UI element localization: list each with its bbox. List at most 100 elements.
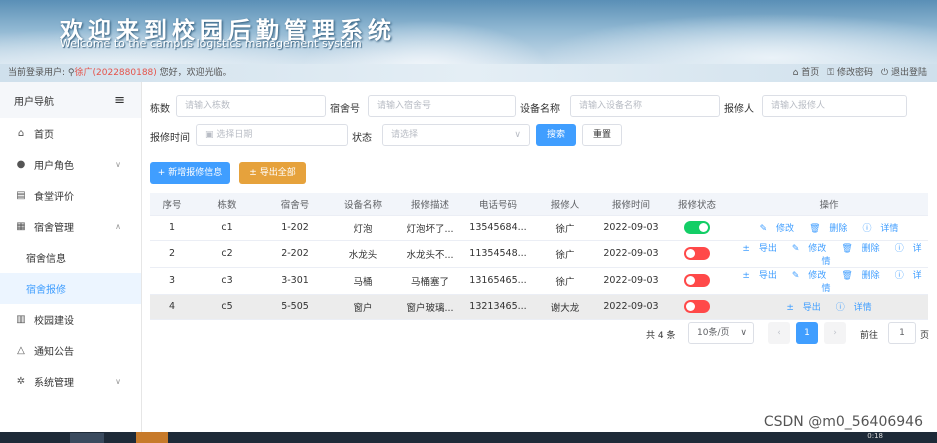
- detail-button[interactable]: ⓘ 详情: [859, 224, 901, 234]
- user-info-bar: 当前登录用户: ⚲徐广(2022880188) 您好，欢迎光临。 ⌂ 首页 ⚿ …: [0, 64, 937, 82]
- building-icon: ▥: [16, 314, 26, 325]
- sidebar-item-campus-construction[interactable]: ▥ 校园建设: [0, 304, 141, 335]
- chevron-up-icon: ∧: [115, 222, 121, 231]
- chevron-down-icon: ∨: [115, 377, 121, 386]
- pagination-total: 共 4 条: [646, 331, 676, 341]
- sidebar-item-notice[interactable]: △ 通知公告: [0, 335, 141, 366]
- info-icon: ⓘ: [835, 303, 845, 313]
- export-button[interactable]: ± 导出: [739, 271, 779, 281]
- goto-page-input[interactable]: 1: [888, 322, 916, 344]
- room-label: 宿舍号: [330, 104, 360, 115]
- table-row: 3 c3 3-301 马桶 马桶塞了 13165465... 徐广 2022-0…: [150, 267, 928, 295]
- delete-button[interactable]: 🗑 删除: [838, 244, 882, 254]
- main-content: 栋数 请输入栋数 宿舍号 请输入宿舍号 设备名称 请输入设备名称 报修人 请输入…: [142, 82, 937, 432]
- col-header: 宿舍号: [260, 193, 330, 216]
- status-switch[interactable]: [684, 221, 710, 234]
- taskbar-app[interactable]: [70, 433, 104, 443]
- edit-icon: ✎: [791, 243, 800, 254]
- system-subtitle: Welcome to the campus logistics manageme…: [60, 37, 362, 50]
- greeting: 您好，欢迎光临。: [156, 68, 232, 78]
- sidebar-item-system-management[interactable]: ✲ 系统管理 ∨: [0, 366, 141, 397]
- chevron-down-icon: ∨: [514, 130, 521, 140]
- user-icon: ⚲: [67, 68, 75, 78]
- delete-button[interactable]: 🗑 删除: [838, 271, 882, 281]
- change-password-link[interactable]: ⚿ 修改密码: [827, 64, 873, 82]
- taskbar-app-active[interactable]: [136, 432, 168, 443]
- add-repair-button[interactable]: + 新增报修信息: [150, 162, 230, 184]
- edit-icon: ✎: [791, 270, 800, 281]
- page-1-button[interactable]: 1: [796, 322, 818, 344]
- table-row: 1 c1 1-202 灯泡 灯泡坏了... 13545684... 徐广 202…: [150, 215, 928, 241]
- home-link[interactable]: ⌂ 首页: [793, 64, 820, 82]
- delete-button[interactable]: 🗑 删除: [806, 224, 850, 234]
- trash-icon: 🗑: [841, 243, 853, 254]
- time-label: 报修时间: [150, 133, 190, 144]
- detail-button[interactable]: ⓘ 详情: [833, 303, 875, 313]
- trash-icon: 🗑: [809, 224, 821, 234]
- export-all-button[interactable]: ± 导出全部: [239, 162, 306, 184]
- building-label: 栋数: [150, 104, 170, 115]
- status-label: 状态: [352, 133, 372, 144]
- device-label: 设备名称: [520, 104, 560, 115]
- watermark: CSDN @m0_56406946: [763, 414, 923, 430]
- sidebar-item-dorm-repair[interactable]: 宿舍报修: [0, 273, 141, 304]
- export-icon: ±: [786, 303, 794, 313]
- repair-table: 序号 栋数 宿舍号 设备名称 报修描述 电话号码 报修人 报修时间 报修状态 操…: [150, 193, 928, 320]
- export-button[interactable]: ± 导出: [739, 244, 779, 254]
- reporter-label: 报修人: [724, 104, 754, 115]
- export-button[interactable]: ± 导出: [783, 303, 823, 313]
- page-size-select[interactable]: 10条/页 ∨: [688, 322, 754, 344]
- chevron-right-icon: ›: [833, 328, 837, 338]
- power-icon: ⏻: [880, 68, 889, 78]
- sidebar: 用户导航 ≡ ⌂ 首页 ● 用户角色 ∨ ▤ 食堂评价 ▦ 宿舍管理 ∧ 宿舍信息 宿舍报修…: [0, 82, 142, 432]
- next-page-button[interactable]: ›: [824, 322, 846, 344]
- export-icon: ±: [742, 270, 750, 281]
- menu-toggle-icon[interactable]: ≡: [114, 93, 125, 108]
- date-picker[interactable]: ▣ 选择日期: [196, 124, 348, 146]
- document-icon: ▤: [16, 190, 26, 201]
- col-header: 设备名称: [330, 193, 396, 216]
- info-icon: ⓘ: [894, 270, 904, 281]
- edit-button[interactable]: ✎ 修改: [789, 271, 829, 281]
- search-button[interactable]: 搜索: [536, 124, 576, 146]
- sidebar-item-canteen-review[interactable]: ▤ 食堂评价: [0, 180, 141, 211]
- os-taskbar: 0:18: [0, 432, 937, 443]
- page-unit-label: 页: [920, 331, 930, 341]
- gear-icon: ✲: [16, 376, 26, 387]
- sidebar-header: 用户导航 ≡: [0, 82, 141, 118]
- taskbar-clock: 0:18: [867, 432, 883, 440]
- col-header: 报修时间: [598, 193, 664, 216]
- edit-button[interactable]: ✎ 修改: [789, 244, 829, 254]
- status-switch[interactable]: [684, 247, 710, 260]
- sidebar-item-dorm-info[interactable]: 宿舍信息: [0, 242, 141, 273]
- chevron-down-icon: ∨: [115, 160, 121, 169]
- sidebar-item-dorm-management[interactable]: ▦ 宿舍管理 ∧: [0, 211, 141, 242]
- home-icon: ⌂: [792, 68, 799, 78]
- device-input[interactable]: 请输入设备名称: [570, 95, 720, 117]
- logout-link[interactable]: ⏻ 退出登陆: [881, 64, 927, 82]
- sidebar-item-home[interactable]: ⌂ 首页: [0, 118, 141, 149]
- building-input[interactable]: 请输入栋数: [176, 95, 326, 117]
- edit-button[interactable]: ✎ 修改: [757, 224, 797, 234]
- table-row: 4 c5 5-505 窗户 窗户玻璃... 13213465... 谢大龙 20…: [150, 294, 928, 320]
- col-header: 报修人: [532, 193, 598, 216]
- goto-label: 前往: [860, 331, 879, 341]
- trash-icon: 🗑: [841, 270, 853, 281]
- status-select[interactable]: 请选择 ∨: [382, 124, 530, 146]
- col-header: 报修状态: [664, 193, 730, 216]
- export-icon: ±: [742, 243, 750, 254]
- col-header: 操作: [730, 193, 928, 216]
- reporter-input[interactable]: 请输入报修人: [762, 95, 907, 117]
- calendar-icon: ▣: [205, 130, 214, 140]
- prev-page-button[interactable]: ‹: [768, 322, 790, 344]
- sidebar-item-user-role[interactable]: ● 用户角色 ∨: [0, 149, 141, 180]
- edit-icon: ✎: [759, 224, 768, 234]
- status-switch[interactable]: [684, 300, 710, 313]
- user-icon: ●: [16, 159, 26, 170]
- status-switch[interactable]: [684, 274, 710, 287]
- chevron-down-icon: ∨: [740, 328, 747, 338]
- reset-button[interactable]: 重置: [582, 124, 622, 146]
- building-icon: ▦: [16, 221, 26, 232]
- current-user: 徐广(2022880188): [74, 68, 157, 78]
- room-input[interactable]: 请输入宿舍号: [368, 95, 516, 117]
